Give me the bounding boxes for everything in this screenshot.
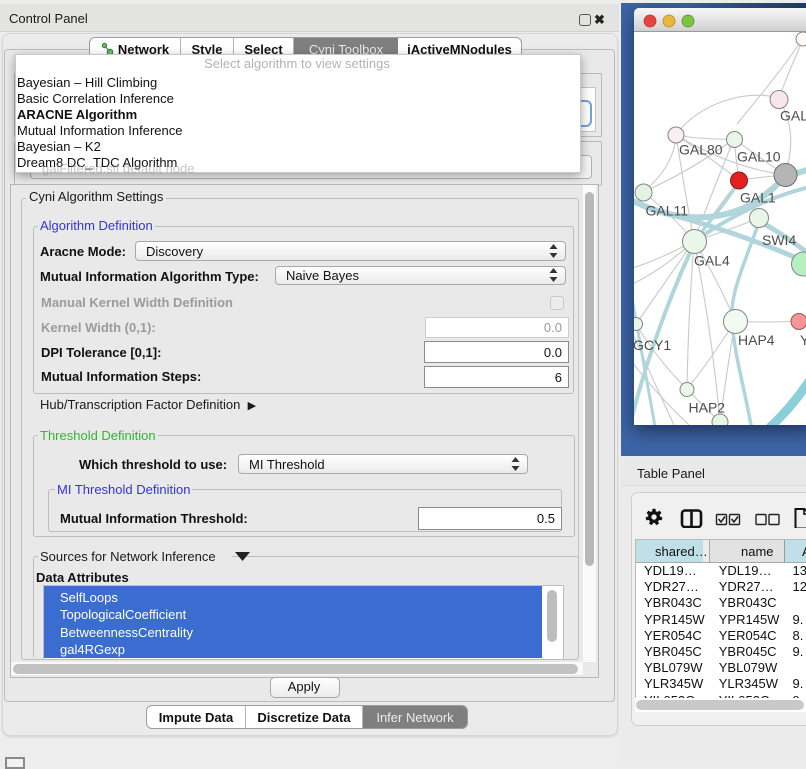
svg-text:GAL80: GAL80 bbox=[679, 142, 723, 158]
svg-text:GAL11: GAL11 bbox=[646, 203, 689, 219]
svg-text:GAL10: GAL10 bbox=[737, 149, 781, 165]
svg-text:GAL4: GAL4 bbox=[694, 253, 730, 269]
svg-text:GAL1: GAL1 bbox=[740, 190, 776, 206]
svg-text:GAL: GAL bbox=[780, 108, 806, 124]
svg-text:HAP4: HAP4 bbox=[738, 332, 775, 348]
svg-text:SWI4: SWI4 bbox=[762, 232, 796, 248]
svg-text:GCY1: GCY1 bbox=[634, 337, 671, 353]
svg-text:HAP2: HAP2 bbox=[689, 400, 726, 416]
svg-text:Y: Y bbox=[800, 332, 806, 348]
